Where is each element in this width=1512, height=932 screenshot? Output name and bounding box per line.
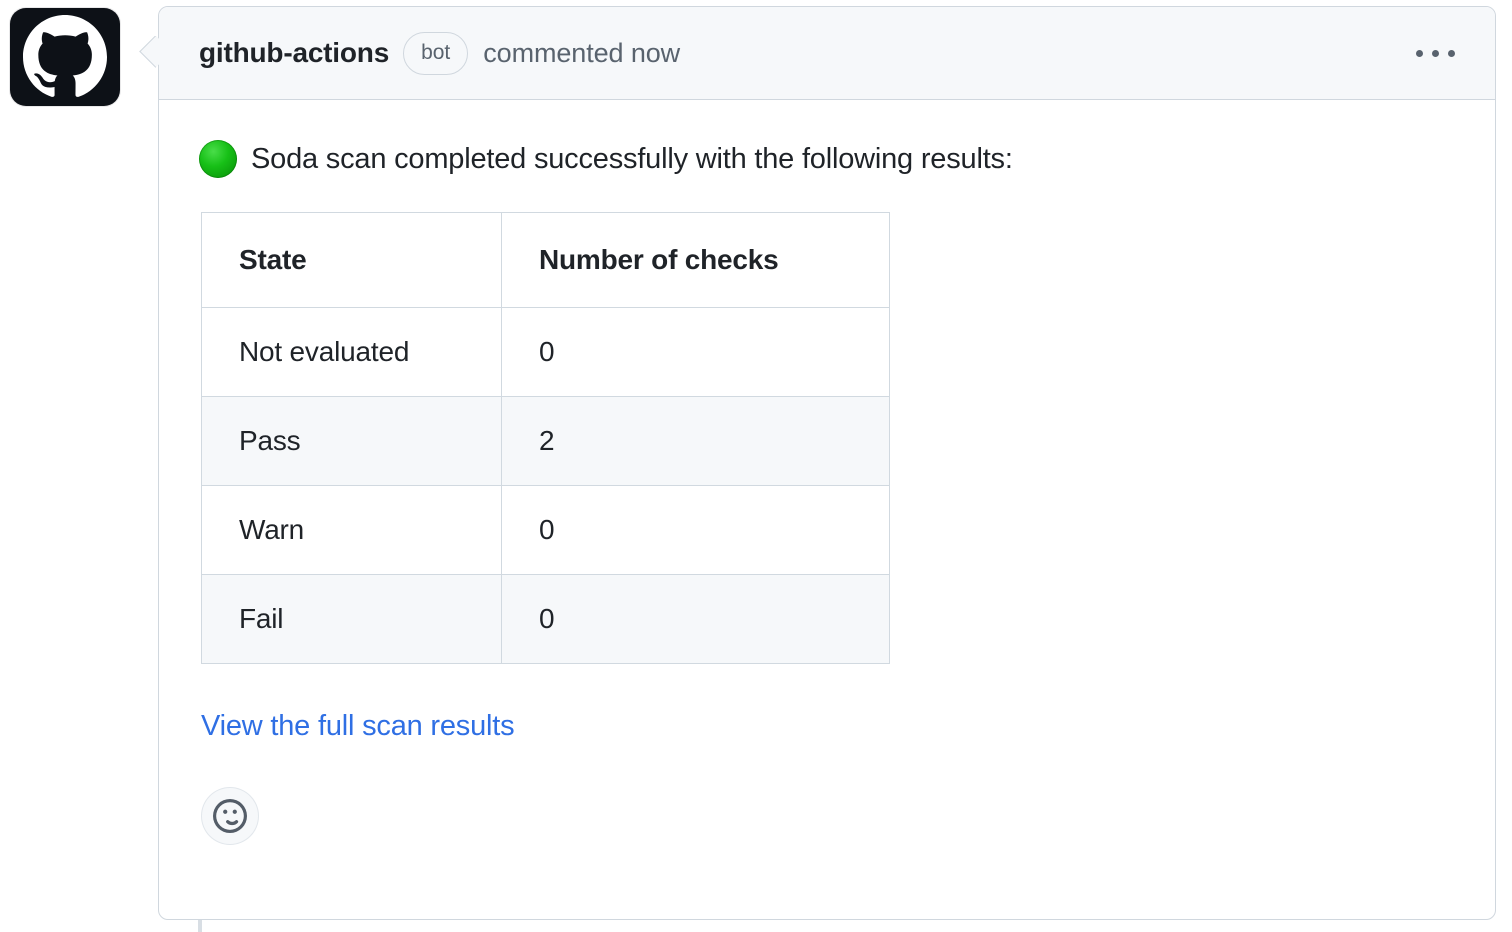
comment-container: github-actions bot commented now Soda sc… bbox=[158, 6, 1496, 920]
table-header-row: State Number of checks bbox=[201, 212, 890, 308]
cell-state: Fail bbox=[201, 574, 502, 664]
table-row: Pass 2 bbox=[201, 396, 890, 486]
bot-badge: bot bbox=[403, 31, 469, 75]
scan-status-text: Soda scan completed successfully with th… bbox=[251, 142, 1013, 175]
column-header-number-of-checks: Number of checks bbox=[501, 212, 890, 308]
github-comment-page: github-actions bot commented now Soda sc… bbox=[0, 0, 1512, 932]
cell-count: 2 bbox=[501, 396, 890, 486]
green-circle-icon bbox=[199, 140, 237, 178]
table-row: Warn 0 bbox=[201, 485, 890, 575]
kebab-horizontal-icon[interactable] bbox=[1410, 40, 1461, 67]
timeline-connector bbox=[198, 920, 202, 932]
comment-arrow bbox=[137, 36, 159, 74]
smiley-icon bbox=[213, 799, 247, 833]
kebab-dot bbox=[1448, 49, 1455, 57]
cell-state: Pass bbox=[201, 396, 502, 486]
comment-header: github-actions bot commented now bbox=[159, 7, 1495, 100]
kebab-dot bbox=[1416, 49, 1423, 57]
cell-state: Warn bbox=[201, 485, 502, 575]
github-octocat-icon bbox=[23, 15, 107, 99]
add-reaction-button[interactable] bbox=[201, 787, 259, 845]
cell-count: 0 bbox=[501, 574, 890, 664]
cell-count: 0 bbox=[501, 485, 890, 575]
scan-results-table: State Number of checks Not evaluated 0 P… bbox=[201, 212, 890, 664]
kebab-dot bbox=[1432, 49, 1439, 57]
view-full-scan-results-link[interactable]: View the full scan results bbox=[201, 710, 515, 742]
comment-timestamp: commented now bbox=[483, 37, 681, 68]
table-row: Not evaluated 0 bbox=[201, 307, 890, 397]
comment-author[interactable]: github-actions bbox=[199, 37, 389, 69]
column-header-state: State bbox=[201, 212, 502, 308]
scan-link-row: View the full scan results bbox=[201, 710, 1455, 743]
scan-status-line: Soda scan completed successfully with th… bbox=[199, 140, 1455, 178]
reaction-row bbox=[201, 787, 1455, 845]
cell-state: Not evaluated bbox=[201, 307, 502, 397]
table-row: Fail 0 bbox=[201, 574, 890, 664]
comment-body: Soda scan completed successfully with th… bbox=[159, 100, 1495, 845]
avatar[interactable] bbox=[10, 8, 120, 106]
cell-count: 0 bbox=[501, 307, 890, 397]
